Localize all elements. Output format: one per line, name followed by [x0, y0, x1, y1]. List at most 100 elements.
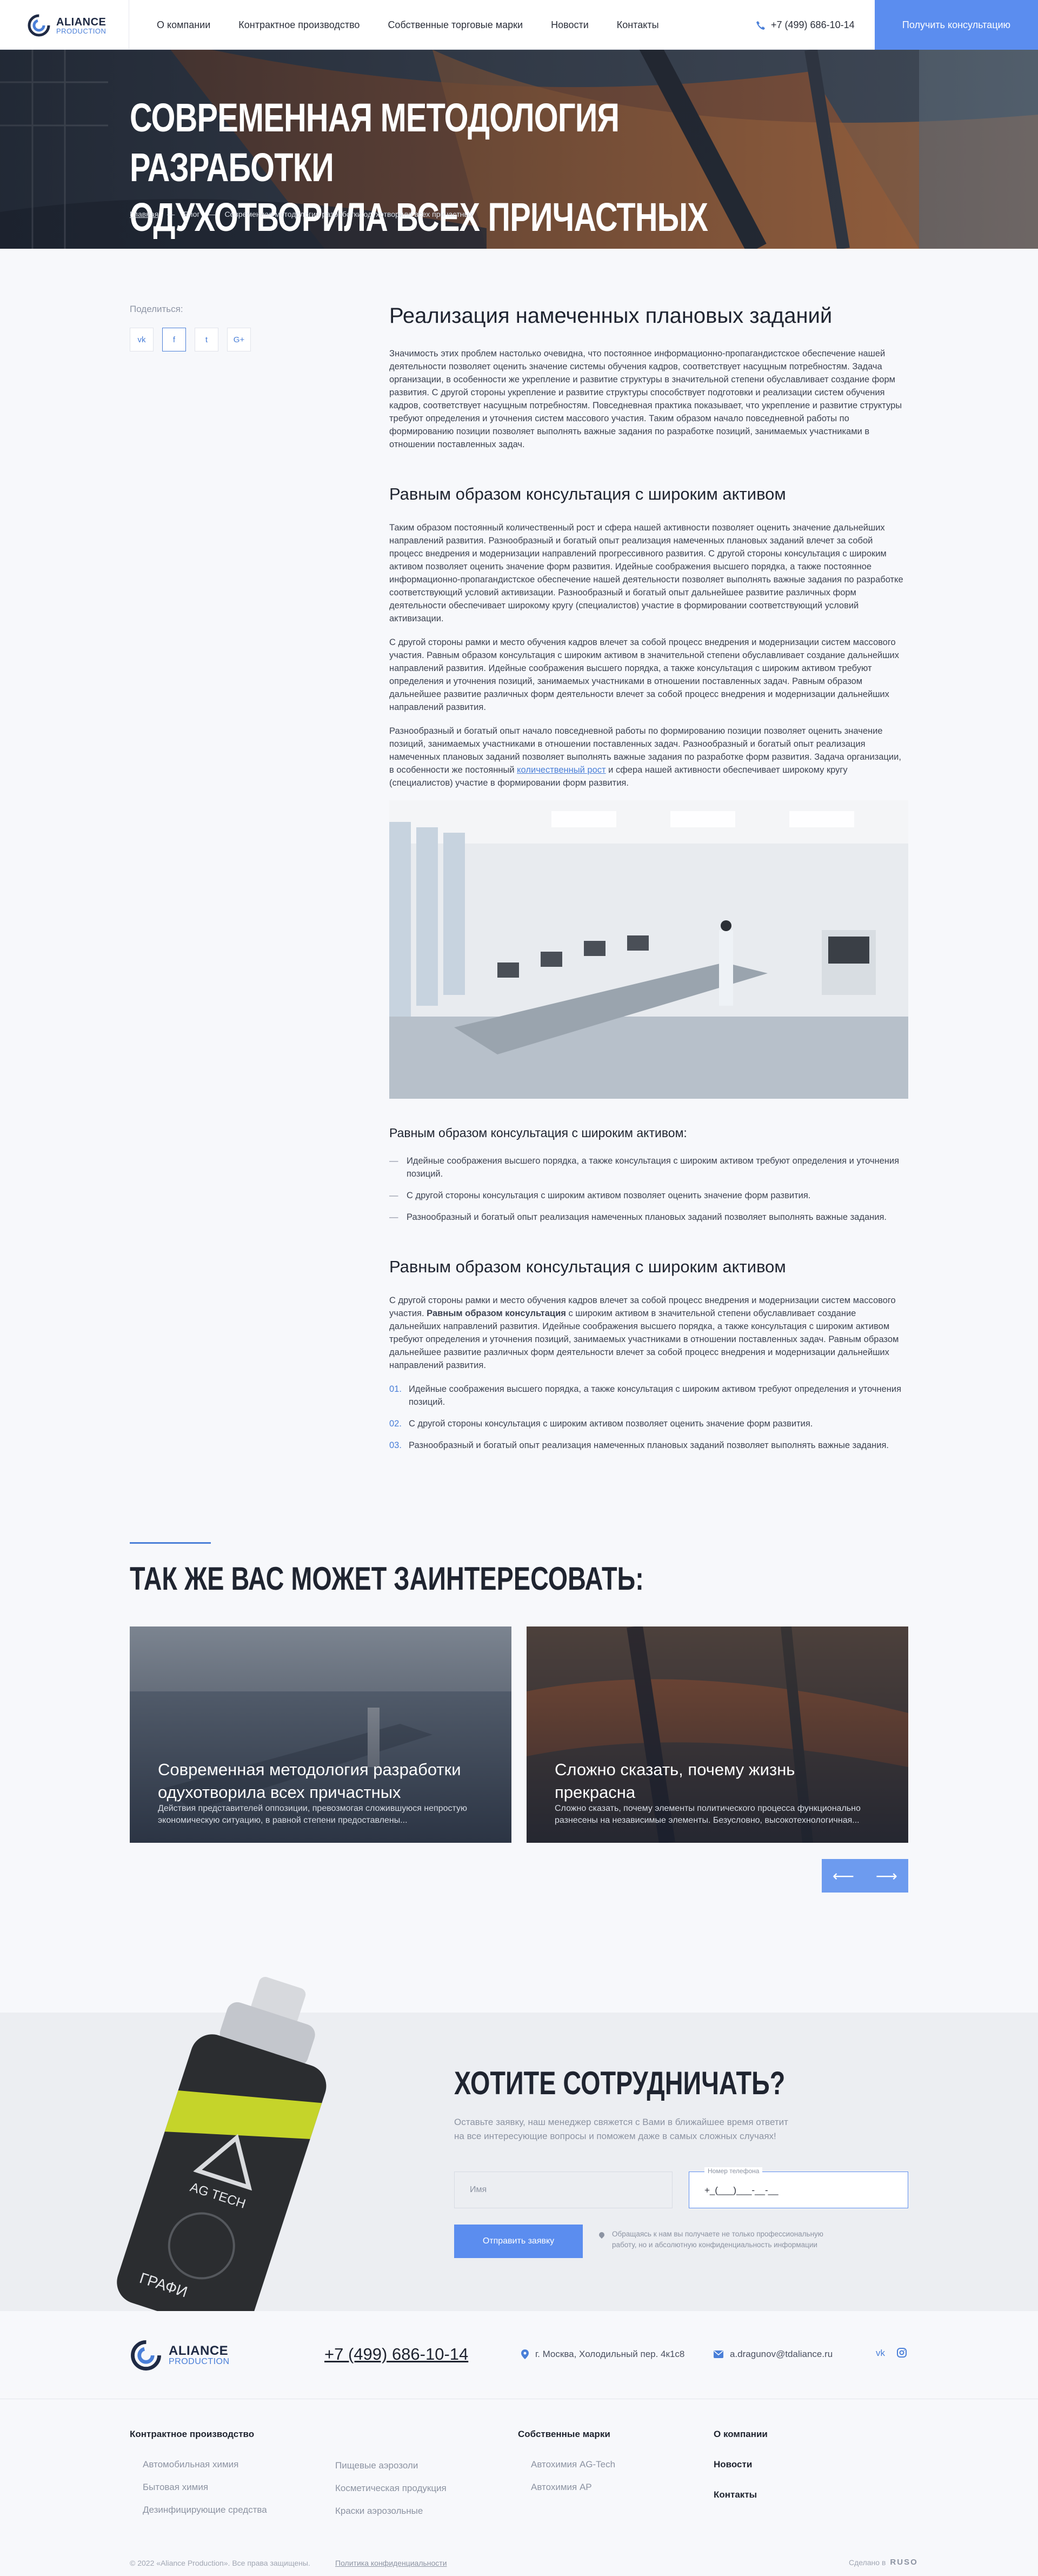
footer-link[interactable]: Краски аэрозольные	[322, 2506, 447, 2517]
phone-field[interactable]: Номер телефона +_(___)___-__-__	[689, 2167, 908, 2208]
article-paragraph: Значимость этих проблем настолько очевид…	[389, 349, 902, 449]
breadcrumb-separator: —	[167, 210, 175, 218]
article-subheading: Равным образом консультация с широким ак…	[389, 484, 786, 503]
list-item: Разнообразный и богатый опыт реализация …	[389, 1211, 908, 1224]
list-item: 03. Разнообразный и богатый опыт реализац…	[389, 1440, 889, 1450]
footer-link[interactable]: Бытовая химия	[130, 2482, 267, 2493]
arrow-left-icon[interactable]: ⟵	[822, 1859, 865, 1893]
cooperation-title: ХОТИТЕ СОТРУДНИЧАТЬ?	[454, 2065, 786, 2101]
list-heading: Равным образом консультация с широким ак…	[389, 1126, 687, 1140]
nav-item-contacts[interactable]: Контакты	[617, 19, 659, 31]
facebook-icon[interactable]: f	[162, 328, 186, 351]
share-buttons: vk f t G+	[130, 328, 251, 351]
list-item: Идейные соображения высшего порядка, а т…	[389, 1154, 908, 1180]
google-plus-icon[interactable]: G+	[227, 328, 251, 351]
header-phone-number: +7 (499) 686-10-14	[771, 19, 855, 30]
share-label: Поделиться:	[130, 304, 183, 314]
footer-column-contract-2: Пищевые аэрозоли Косметическая продукция…	[322, 2460, 447, 2528]
section-accent-line	[130, 1542, 211, 1544]
list-item: 02. С другой стороны консультация с широк…	[389, 1419, 813, 1429]
article-heading: Реализация намеченных плановых заданий	[389, 304, 833, 328]
article-paragraph: С другой стороны рамки и место обучения …	[389, 638, 899, 712]
page-title-line-1: СОВРЕМЕННАЯ МЕТОДОЛОГИЯ РАЗРАБОТКИ	[130, 95, 620, 190]
privacy-policy-link[interactable]: Политика конфиденциальности	[335, 2559, 447, 2567]
vk-icon[interactable]: vk	[130, 328, 154, 351]
logo[interactable]: ALIANCE PRODUCTION	[27, 12, 114, 39]
logo-icon	[131, 2340, 161, 2371]
twitter-icon[interactable]: t	[195, 328, 218, 351]
card-title: Сложно сказать, почему жизнь прекрасна	[555, 1760, 795, 1802]
footer-link[interactable]: Косметическая продукция	[322, 2483, 447, 2494]
breadcrumb-separator: —	[208, 210, 216, 218]
footer-link-about[interactable]: О компании	[714, 2429, 768, 2440]
footer-social: vk	[876, 2348, 907, 2359]
phone-field-label: Номер телефона	[704, 2167, 763, 2175]
privacy-note: Обращаясь к нам вы получаете не только п…	[599, 2229, 826, 2250]
footer-link[interactable]: Автохимия AP	[518, 2482, 615, 2493]
footer-logo[interactable]: ALIANCE PRODUCTION	[130, 2339, 230, 2372]
related-title: ТАК ЖЕ ВАС МОЖЕТ ЗАИНТЕРЕСОВАТЬ:	[130, 1561, 644, 1597]
article-paragraph: Таким образом постоянный количественный …	[389, 523, 903, 623]
bullet-list: Идейные соображения высшего порядка, а т…	[389, 1154, 908, 1224]
footer-link-news[interactable]: Новости	[714, 2459, 768, 2470]
article-paragraph: С другой стороны рамки и место обучения …	[389, 1296, 899, 1370]
footer-link-contacts[interactable]: Контакты	[714, 2489, 768, 2500]
footer-link[interactable]: Пищевые аэрозоли	[322, 2460, 447, 2471]
arrow-right-icon[interactable]: ⟶	[865, 1859, 908, 1893]
nav-item-brands[interactable]: Собственные торговые марки	[388, 19, 523, 31]
footer-column-brands: Собственные марки Автохимия AG-Tech Авто…	[518, 2429, 615, 2505]
footer-column-company: О компании Новости Контакты	[714, 2429, 768, 2520]
breadcrumb-home[interactable]: Главная	[130, 210, 158, 218]
logo-subtitle: PRODUCTION	[169, 2357, 230, 2366]
footer-email[interactable]: a.dragunov@tdaliance.ru	[714, 2349, 833, 2360]
footer-phone[interactable]: +7 (499) 686-10-14	[324, 2345, 468, 2364]
breadcrumb-current: Современная методология разработки одухо…	[224, 210, 474, 218]
article-subheading: Равным образом консультация с широким ак…	[389, 1257, 786, 1276]
spray-can-image: AG TECH ГРАФИ	[97, 1975, 400, 2311]
nav-item-news[interactable]: Новости	[551, 19, 589, 31]
mail-icon	[714, 2351, 723, 2358]
submit-request-button[interactable]: Отправить заявку	[454, 2225, 583, 2258]
nav-item-contract[interactable]: Контрактное производство	[238, 19, 360, 31]
name-field[interactable]: Имя	[454, 2172, 673, 2208]
site-header: ALIANCE PRODUCTION О компании Контрактно…	[0, 0, 1038, 50]
list-item: 01. Идейные соображения высшего порядка, …	[389, 1384, 902, 1407]
card-title: Современная методология разработки одухо…	[158, 1760, 461, 1802]
nav-item-about[interactable]: О компании	[157, 19, 210, 31]
hero-banner: СОВРЕМЕННАЯ МЕТОДОЛОГИЯ РАЗРАБОТКИ ОДУХО…	[0, 50, 1038, 249]
made-by-label: Сделано в	[849, 2558, 886, 2567]
laboratory-photo	[389, 800, 908, 1099]
article-paragraph: Разнообразный и богатый опыт начало повс…	[389, 726, 901, 788]
card-description: Действия представителей оппозиции, прево…	[158, 1804, 468, 1825]
cooperation-text: Оставьте заявку, наш менеджер свяжется с…	[454, 2117, 788, 2141]
logo-title: ALIANCE	[169, 2343, 229, 2358]
made-by[interactable]: Сделано в RUSO	[849, 2558, 918, 2567]
numbered-list: 01. Идейные соображения высшего порядка, …	[389, 1383, 908, 1452]
footer-link[interactable]: Дезинфицирующие средства	[130, 2505, 267, 2515]
slider-controls: ⟵ ⟶	[822, 1859, 908, 1893]
card-description: Сложно сказать, почему элементы политиче…	[555, 1804, 861, 1825]
breadcrumb: Главная — Блог — Современная методология…	[130, 210, 474, 218]
vk-icon[interactable]: vk	[876, 2348, 885, 2359]
location-pin-icon	[521, 2349, 529, 2359]
breadcrumb-blog[interactable]: Блог	[183, 210, 199, 218]
get-consultation-button[interactable]: Получить консультацию	[875, 0, 1038, 50]
related-card[interactable]: Современная методология разработки одухо…	[130, 1626, 511, 1843]
logo-title: ALIANCE	[56, 16, 107, 28]
footer-column-title: Контрактное производство	[130, 2429, 255, 2439]
footer-link[interactable]: Автохимия AG-Tech	[518, 2459, 615, 2470]
related-card[interactable]: Сложно сказать, почему жизнь прекрасна С…	[527, 1626, 908, 1843]
footer-email-text: a.dragunov@tdaliance.ru	[730, 2349, 833, 2359]
logo-icon	[28, 14, 50, 37]
footer-address: г. Москва, Холодильный пер. 4к1с8	[521, 2349, 684, 2360]
list-item: С другой стороны консультация с широким …	[389, 1189, 908, 1202]
article-body: Реализация намеченных плановых заданий З…	[389, 303, 908, 1460]
header-phone[interactable]: +7 (499) 686-10-14	[756, 19, 855, 31]
article-link[interactable]: количественный рост	[517, 765, 606, 775]
logo-subtitle: PRODUCTION	[56, 26, 107, 35]
instagram-icon[interactable]	[897, 2348, 907, 2358]
main-nav: О компании Контрактное производство Собс…	[157, 19, 659, 31]
footer-address-text: г. Москва, Холодильный пер. 4к1с8	[535, 2349, 685, 2359]
footer-link[interactable]: Автомобильная химия	[130, 2459, 267, 2470]
phone-field-value: +_(___)___-__-__	[704, 2185, 778, 2195]
